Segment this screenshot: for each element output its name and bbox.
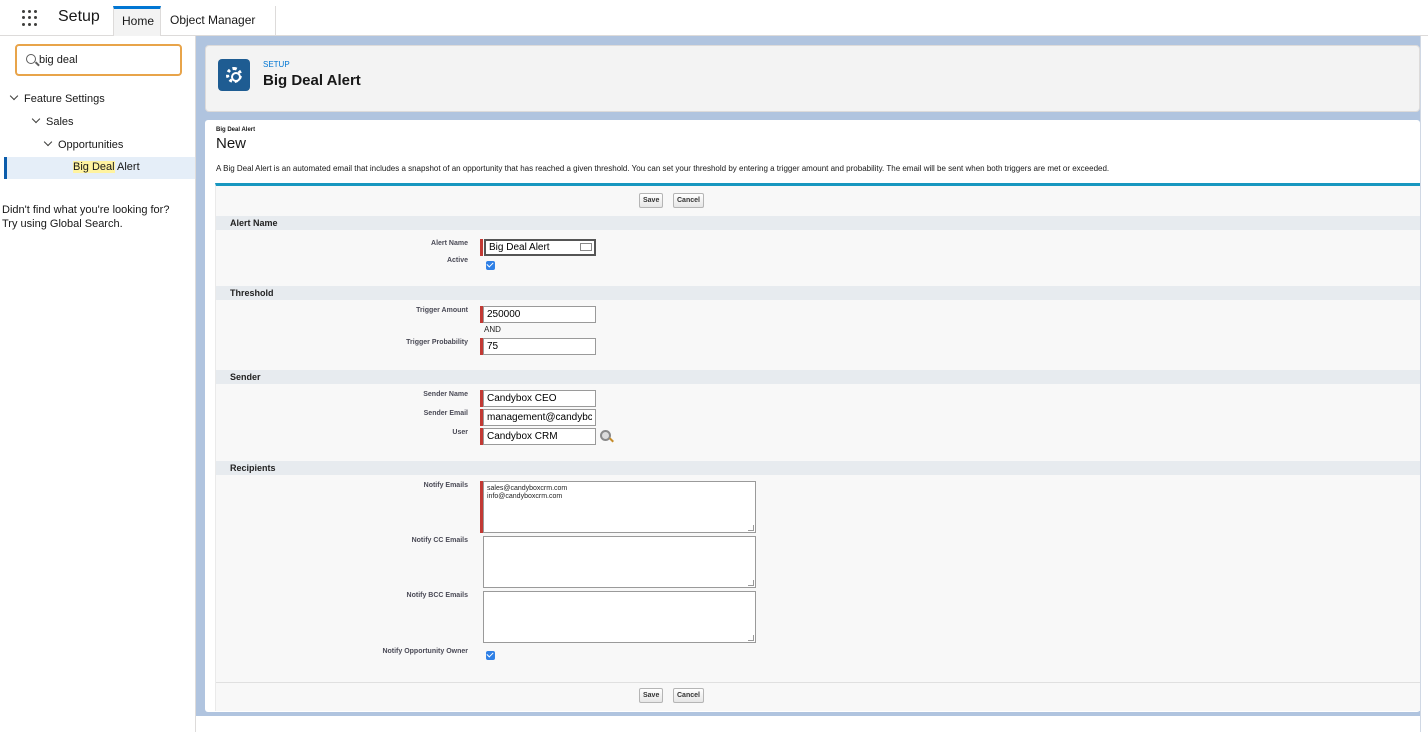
alert-name-label: Alert Name [431,240,468,247]
setup-sidebar: Feature Settings Sales Opportunities Big… [0,36,196,732]
lookup-icon[interactable] [600,430,611,441]
search-icon [26,54,36,64]
tab-object-manager-label: Object Manager [170,13,256,27]
bottom-button-row: Save Cancel [216,682,1421,708]
tree-item-feature-settings[interactable]: Feature Settings [9,91,105,105]
cancel-button[interactable]: Cancel [673,193,704,208]
help-line: Didn't find what you're looking for? [2,204,170,216]
page-description: A Big Deal Alert is an automated email t… [216,164,1110,173]
top-button-row: Save Cancel [216,193,1421,217]
quick-find-box[interactable] [15,44,182,76]
cancel-button[interactable]: Cancel [673,688,704,703]
tree-item-sales[interactable]: Sales [31,114,74,128]
trigger-probability-input[interactable] [483,338,596,355]
save-button[interactable]: Save [639,688,664,703]
notify-owner-checkbox[interactable] [486,651,495,660]
global-header: Setup Home Object Manager [0,0,1428,51]
header-subtitle: SETUP [263,60,290,69]
tab-home[interactable]: Home [113,6,161,36]
tree-item-big-deal-alert[interactable]: Big Deal Alert [4,157,195,179]
notify-owner-label: Notify Opportunity Owner [382,648,468,655]
chevron-down-icon[interactable] [9,91,19,101]
section-sender: Sender [216,370,1421,384]
tree-item-label: Feature Settings [24,93,105,105]
tab-object-manager[interactable]: Object Manager [162,6,276,51]
app-launcher-icon[interactable] [22,10,38,26]
notify-emails-label: Notify Emails [423,482,468,489]
section-alert-name: Alert Name [216,216,1421,230]
breadcrumb: Big Deal Alert [216,127,256,133]
tree-item-label: Big Deal Alert [73,161,140,173]
user-input[interactable] [483,428,596,445]
tab-home-label: Home [122,14,155,28]
resize-handle-icon[interactable] [748,525,754,531]
right-scroll-edge [1420,36,1428,732]
notify-emails-textarea[interactable]: sales@candyboxcrm.com info@candyboxcrm.c… [483,481,756,533]
section-threshold: Threshold [216,286,1421,300]
chevron-down-icon[interactable] [43,137,53,147]
tree-item-label: Opportunities [58,139,124,151]
field-info-icon [580,243,592,251]
chevron-down-icon[interactable] [31,114,41,124]
form-title: New [216,135,247,152]
sender-email-input[interactable] [483,409,596,426]
no-results-help: Didn't find what you're looking for? Try… [2,203,192,231]
app-name: Setup [58,8,100,25]
notify-bcc-textarea[interactable] [483,591,756,643]
active-checkbox[interactable] [486,261,495,270]
trigger-amount-input[interactable] [483,306,596,323]
and-text: AND [484,325,501,334]
sender-name-input[interactable] [483,390,596,407]
notify-cc-label: Notify CC Emails [411,537,468,544]
page-title: Big Deal Alert [263,72,361,89]
trigger-amount-label: Trigger Amount [416,307,468,314]
resize-handle-icon[interactable] [748,635,754,641]
search-highlight: Big Deal [73,161,115,173]
gear-icon [226,67,242,83]
quick-find-input[interactable] [39,51,175,69]
notify-bcc-label: Notify BCC Emails [406,592,468,599]
required-indicator [480,239,483,256]
resize-handle-icon[interactable] [748,580,754,586]
trigger-probability-label: Trigger Probability [406,339,468,346]
edit-form: Save Cancel Alert Name Alert Name Active… [215,183,1421,711]
tree-item-label-rest: Alert [114,161,140,173]
notify-cc-textarea[interactable] [483,536,756,588]
sender-email-label: Sender Email [423,410,468,417]
section-recipients: Recipients [216,461,1421,475]
active-label: Active [446,257,468,264]
sender-name-label: Sender Name [423,391,468,398]
help-line: Try using Global Search. [2,218,123,230]
setup-icon [218,59,250,91]
save-button[interactable]: Save [639,193,664,208]
tree-item-label: Sales [46,116,74,128]
user-label: User [452,429,468,436]
tree-item-opportunities[interactable]: Opportunities [43,137,124,151]
content-panel: Big Deal Alert New A Big Deal Alert is a… [205,120,1421,712]
page-header: SETUP Big Deal Alert [205,45,1420,112]
